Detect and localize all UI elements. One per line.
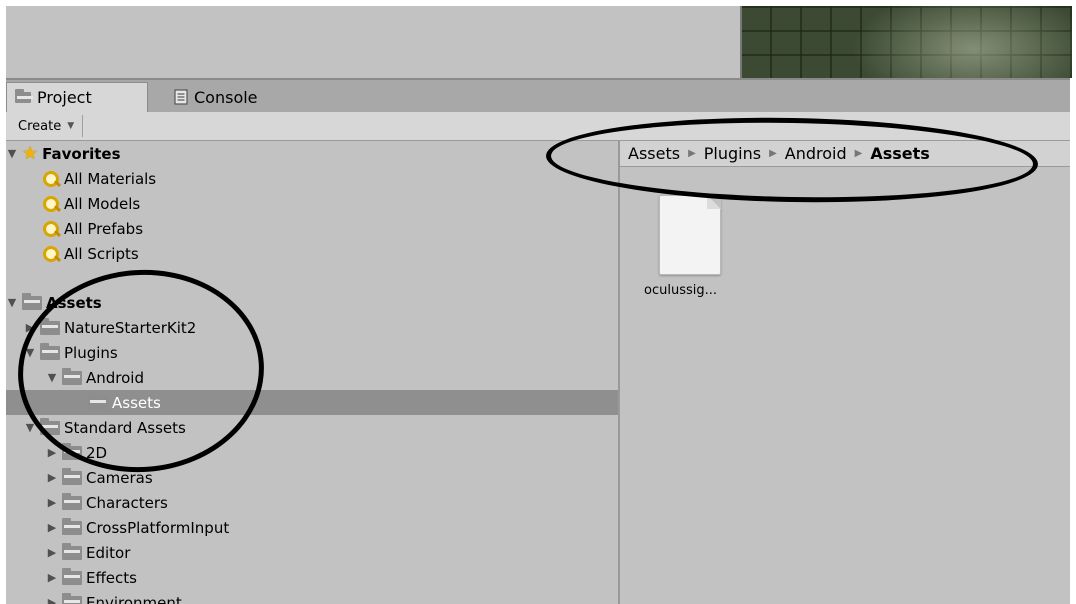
tree-item[interactable]: ▼ Android [46, 365, 144, 390]
tree-item-label: Editor [86, 543, 131, 562]
create-button[interactable]: Create ▼ [10, 115, 84, 137]
create-button-label: Create [18, 118, 62, 134]
expand-arrow-icon[interactable]: ▼ [6, 147, 18, 160]
tree-item[interactable]: ▶ Characters [46, 490, 168, 515]
favorite-item-label: All Prefabs [64, 219, 144, 238]
breadcrumb-item[interactable]: Assets [628, 144, 680, 163]
scene-view[interactable] [740, 6, 1072, 78]
collapse-arrow-icon[interactable]: ▶ [24, 321, 36, 334]
tree-item[interactable]: ▶ NatureStarterKit2 [24, 315, 196, 340]
folder-icon [62, 592, 82, 604]
tree-item-label: Cameras [86, 468, 153, 487]
folder-icon [22, 292, 42, 310]
breadcrumb-separator-icon: ▶ [854, 148, 863, 159]
collapse-arrow-icon[interactable]: ▶ [46, 496, 58, 509]
collapse-arrow-icon[interactable]: ▶ [46, 446, 58, 459]
favorite-item[interactable]: All Scripts [42, 241, 139, 266]
folder-icon [62, 517, 82, 535]
breadcrumb: Assets ▶ Plugins ▶ Android ▶ Assets [620, 141, 1070, 167]
tab-console[interactable]: Console [166, 82, 286, 112]
favorites-header[interactable]: ▼ ★ Favorites [6, 141, 121, 166]
collapse-arrow-icon[interactable]: ▶ [46, 571, 58, 584]
tree-item-label: Standard Assets [64, 418, 186, 437]
tree-item-label: CrossPlatformInput [86, 518, 230, 537]
tab-console-label: Console [194, 87, 258, 107]
tree-item-label: 2D [86, 443, 108, 462]
favorite-item-label: All Scripts [64, 244, 139, 263]
favorite-item[interactable]: All Materials [42, 166, 156, 191]
folder-icon [62, 367, 82, 385]
collapse-arrow-icon[interactable]: ▶ [46, 521, 58, 534]
search-icon [42, 220, 62, 238]
breadcrumb-separator-icon: ▶ [688, 148, 696, 159]
favorite-item-label: All Materials [64, 169, 157, 188]
folder-icon [40, 342, 60, 360]
tree-item-label: Environment [86, 593, 182, 604]
tree-item-label: Android [86, 368, 144, 387]
expand-arrow-icon[interactable]: ▼ [46, 371, 58, 384]
favorite-item[interactable]: All Models [42, 191, 140, 216]
collapse-arrow-icon[interactable]: ▶ [46, 596, 58, 604]
console-icon [174, 89, 188, 105]
tree-item[interactable]: ▶ Environment [46, 590, 182, 604]
star-icon: ★ [22, 142, 39, 164]
favorites-label: Favorites [42, 144, 121, 163]
tree-item-label: NatureStarterKit2 [64, 318, 197, 337]
tree-item-label: Characters [86, 493, 168, 512]
tree-item[interactable]: ▶ Effects [46, 565, 137, 590]
folder-icon [40, 417, 60, 435]
tab-bar: Project Console [6, 80, 1070, 112]
folder-icon [15, 89, 33, 103]
folder-icon [62, 567, 82, 585]
expand-arrow-icon[interactable]: ▼ [24, 346, 36, 359]
search-icon [42, 245, 62, 263]
folder-icon [40, 317, 60, 335]
breadcrumb-separator-icon: ▶ [769, 148, 777, 159]
favorite-item[interactable]: All Prefabs [42, 216, 143, 241]
tree-item[interactable]: ▶ CrossPlatformInput [46, 515, 229, 540]
breadcrumb-item[interactable]: Plugins [704, 144, 761, 163]
tree-item[interactable]: ▼ Plugins [24, 340, 118, 365]
tree-item[interactable]: ▼ Standard Assets [24, 415, 186, 440]
folder-icon [88, 392, 108, 410]
tree-item-label: Plugins [64, 343, 118, 362]
tree-item[interactable]: ▶ Cameras [46, 465, 153, 490]
tree-item[interactable]: ▶ 2D [46, 440, 107, 465]
breadcrumb-current[interactable]: Assets [870, 144, 929, 163]
tab-project[interactable]: Project [6, 82, 148, 112]
favorite-item-label: All Models [64, 194, 141, 213]
breadcrumb-item[interactable]: Android [785, 144, 847, 163]
tree-item[interactable]: ▶ Editor [46, 540, 130, 565]
folder-icon [62, 492, 82, 510]
expand-arrow-icon[interactable]: ▼ [6, 296, 18, 309]
folder-icon [62, 467, 82, 485]
tree-root-assets[interactable]: ▼ Assets [6, 290, 102, 315]
collapse-arrow-icon[interactable]: ▶ [46, 546, 58, 559]
project-toolbar: Create ▼ [6, 112, 1070, 141]
file-icon [659, 195, 721, 275]
folder-icon [62, 542, 82, 560]
collapse-arrow-icon[interactable]: ▶ [46, 471, 58, 484]
window-frame-right [1070, 0, 1076, 604]
asset-name: oculussig... [644, 283, 717, 298]
search-icon [42, 195, 62, 213]
tab-project-label: Project [37, 88, 92, 107]
expand-arrow-icon[interactable]: ▼ [24, 421, 36, 434]
project-folder-tree[interactable]: ▼ ★ Favorites All Materials All Models A… [6, 141, 618, 604]
tree-item-label: Effects [86, 568, 137, 587]
asset-browser[interactable]: Assets ▶ Plugins ▶ Android ▶ Assets ocul… [620, 141, 1070, 604]
tree-item-label: Assets [112, 393, 161, 412]
caret-down-icon: ▼ [67, 121, 75, 131]
tree-item-label: Assets [46, 293, 102, 312]
tree-item-selected[interactable]: Assets [6, 390, 618, 415]
folder-icon [62, 442, 82, 460]
search-icon [42, 170, 62, 188]
